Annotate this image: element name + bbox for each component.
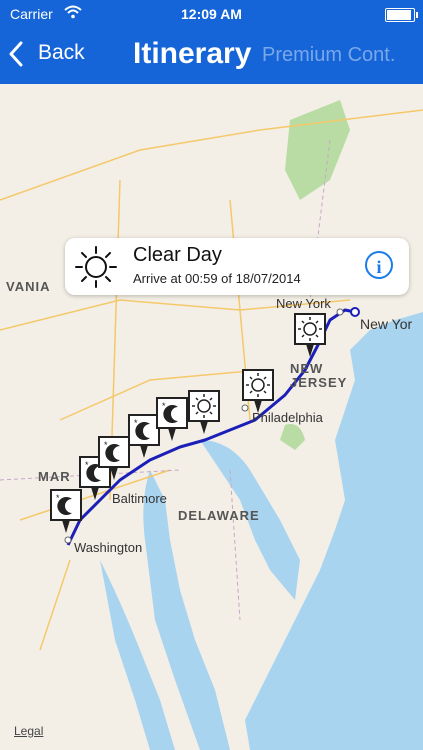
- map-label-baltimore: Baltimore: [112, 491, 167, 506]
- map-view[interactable]: VANIA New York New Yor NEW JERSEY Philad…: [0, 84, 423, 750]
- battery-icon: [385, 8, 418, 22]
- weather-callout[interactable]: Clear Day Arrive at 00:59 of 18/07/2014 …: [65, 238, 409, 295]
- status-time: 12:09 AM: [181, 6, 242, 22]
- status-bar: Carrier 12:09 AM: [0, 0, 423, 28]
- legal-link[interactable]: Legal: [14, 724, 43, 738]
- weather-marker-1[interactable]: *: [50, 489, 82, 544]
- callout-subtitle: Arrive at 00:59 of 18/07/2014: [133, 271, 301, 286]
- svg-text:*: *: [162, 401, 166, 411]
- sun-icon: [188, 390, 220, 434]
- back-button-label: Back: [38, 41, 85, 64]
- info-icon[interactable]: i: [365, 251, 393, 279]
- moon-stars-icon: *: [50, 489, 82, 533]
- weather-marker-3[interactable]: *: [98, 436, 130, 491]
- callout-title: Clear Day: [133, 244, 222, 266]
- map-label-delaware: DELAWARE: [178, 508, 260, 523]
- weather-marker-7[interactable]: [242, 369, 274, 424]
- chevron-left-icon: [8, 41, 32, 67]
- back-button[interactable]: Back: [8, 41, 85, 67]
- svg-text:*: *: [134, 418, 138, 428]
- sun-icon: [294, 313, 326, 357]
- sun-icon: [73, 244, 119, 295]
- moon-stars-icon: *: [156, 397, 188, 441]
- svg-text:*: *: [56, 493, 60, 503]
- weather-marker-8[interactable]: [294, 313, 326, 368]
- moon-stars-icon: *: [98, 436, 130, 480]
- map-label-pennsylvania: VANIA: [6, 279, 51, 294]
- weather-marker-5[interactable]: *: [156, 397, 188, 452]
- map-label-maryland: MAR: [38, 469, 71, 484]
- weather-marker-6[interactable]: [188, 390, 220, 445]
- svg-text:*: *: [104, 440, 108, 450]
- page-title: Itinerary: [133, 37, 252, 70]
- svg-text:*: *: [85, 460, 89, 470]
- sun-icon: [242, 369, 274, 413]
- map-label-washington: Washington: [74, 540, 143, 555]
- premium-content-button[interactable]: Premium Cont.: [262, 44, 395, 67]
- map-label-new-york: New Yor: [360, 316, 413, 332]
- navigation-bar: Back Itinerary Premium Cont.: [0, 28, 423, 84]
- map-label-newark: New York: [276, 296, 331, 311]
